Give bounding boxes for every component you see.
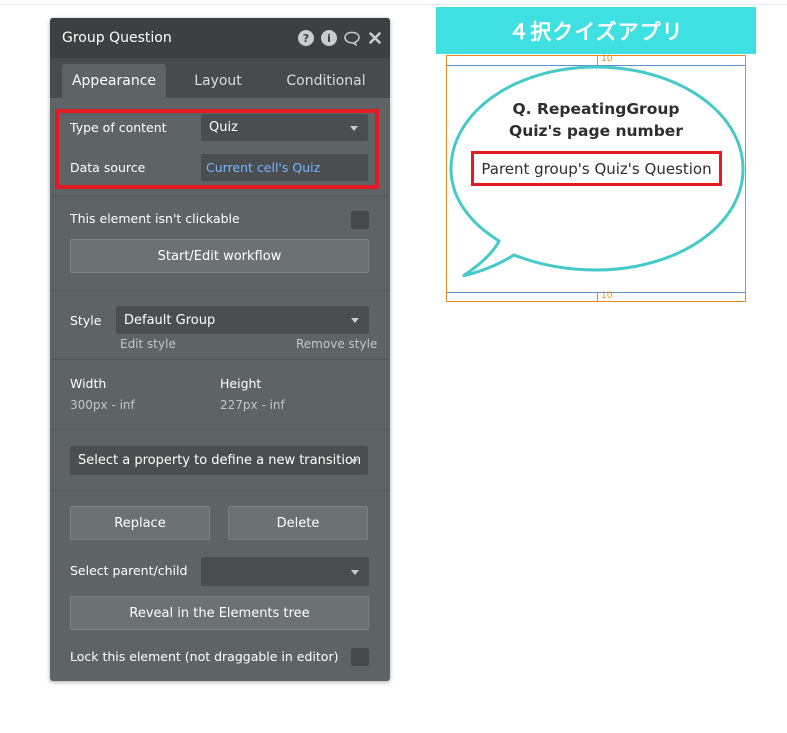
transition-placeholder: Select a property to define a new transi… [78,453,362,468]
padding-bottom-guide [447,292,745,293]
divider [50,196,390,197]
app-title-banner: ４択クイズアプリ [436,7,756,54]
edit-style-link[interactable]: Edit style [120,337,176,351]
question-title-line-2: Quiz's page number [509,122,683,140]
lock-element-checkbox[interactable] [351,648,369,666]
replace-button[interactable]: Replace [70,506,210,540]
help-icon[interactable]: ? [298,30,314,46]
width-value: 300px - inf [70,398,135,412]
not-clickable-checkbox[interactable] [351,211,369,229]
remove-style-link[interactable]: Remove style [296,337,377,351]
divider [50,490,390,491]
height-value: 227px - inf [220,398,285,412]
header-icons: ? i [298,30,383,46]
editor-top-border [0,4,787,5]
start-edit-workflow-button[interactable]: Start/Edit workflow [70,239,369,273]
close-icon[interactable] [367,30,383,46]
style-value: Default Group [124,312,216,328]
lock-element-label: Lock this element (not draggable in edit… [70,649,339,664]
chevron-down-icon [351,569,359,575]
panel-header: Group Question ? i [50,18,390,58]
delete-button[interactable]: Delete [228,506,368,540]
info-icon[interactable]: i [321,30,337,46]
style-label: Style [70,313,102,328]
width-label: Width [70,376,107,391]
parent-child-label: Select parent/child [70,563,188,578]
transition-dropdown[interactable]: Select a property to define a new transi… [70,446,368,475]
divider [50,290,390,291]
type-of-content-dropdown[interactable]: Quiz [201,114,368,141]
tab-conditional[interactable]: Conditional [274,64,378,98]
question-text-box[interactable]: Parent group's Quiz's Question [471,151,722,186]
padding-bottom-value: 10 [601,291,613,301]
reveal-elements-tree-button[interactable]: Reveal in the Elements tree [70,596,369,630]
tab-bar: Appearance Layout Conditional [50,58,390,98]
divider [50,359,390,360]
chevron-down-icon [350,458,358,464]
chevron-down-icon [350,125,358,131]
tab-layout[interactable]: Layout [168,64,268,98]
panel-title: Group Question [62,30,172,46]
question-title: Q. RepeatingGroup Quiz's page number [447,98,745,142]
not-clickable-label: This element isn't clickable [70,211,240,226]
data-source-field[interactable]: Current cell's Quiz [201,154,368,181]
group-question-element[interactable]: 10 Q. RepeatingGroup Quiz's page number … [446,54,746,302]
type-of-content-value: Quiz [209,120,238,135]
chevron-down-icon [351,318,359,323]
data-source-label: Data source [70,160,146,175]
parent-child-dropdown[interactable] [201,557,369,586]
property-editor-panel: Group Question ? i Appearance Layout Con… [50,18,390,681]
padding-bottom-marker [597,292,598,301]
style-dropdown[interactable]: Default Group [116,306,369,334]
height-label: Height [220,376,262,391]
question-title-line-1: Q. RepeatingGroup [512,100,680,118]
tab-appearance[interactable]: Appearance [62,64,166,98]
divider [50,429,390,430]
comment-icon[interactable] [344,30,360,46]
type-of-content-label: Type of content [70,120,167,135]
